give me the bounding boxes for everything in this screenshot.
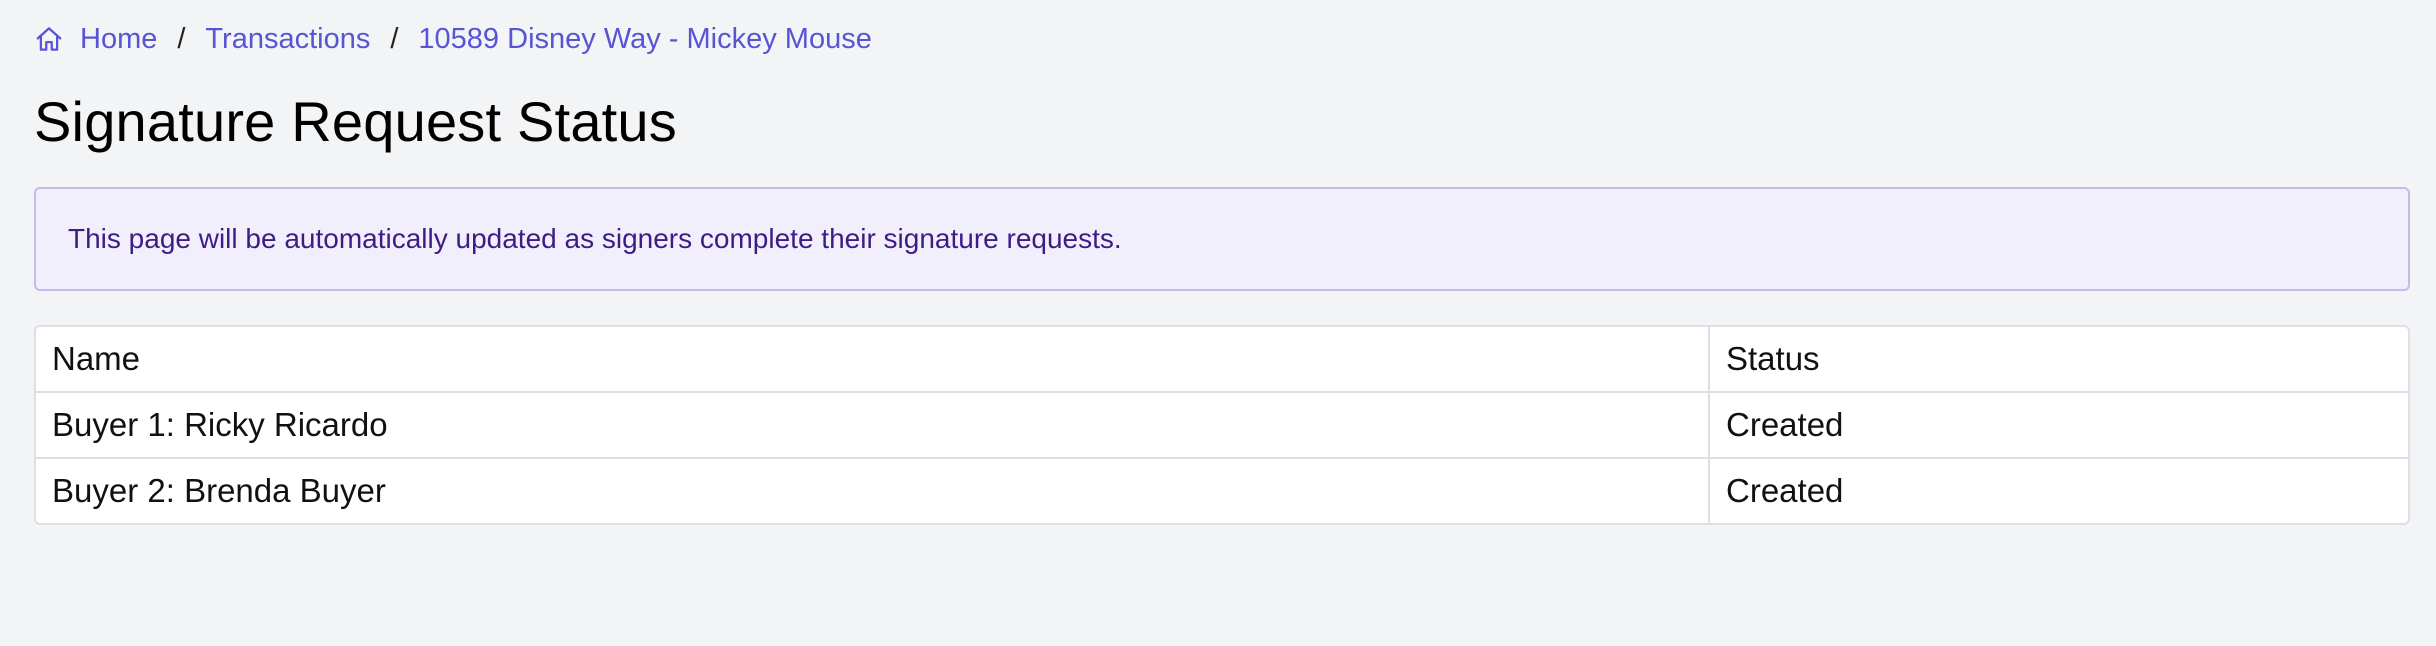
breadcrumb-home-label: Home xyxy=(80,22,158,55)
signature-status-table: Name Status Buyer 1: Ricky Ricardo Creat… xyxy=(34,325,2410,526)
info-alert: This page will be automatically updated … xyxy=(34,187,2410,292)
table-header-row: Name Status xyxy=(36,327,2408,394)
table-row: Buyer 1: Ricky Ricardo Created xyxy=(36,393,2408,460)
signer-status-cell: Created xyxy=(1710,393,2408,460)
info-alert-message: This page will be automatically updated … xyxy=(68,223,1122,255)
breadcrumb-home-link[interactable]: Home xyxy=(34,23,157,56)
table-row: Buyer 2: Brenda Buyer Created xyxy=(36,459,2408,524)
breadcrumb-separator: / xyxy=(390,22,399,55)
breadcrumb: Home / Transactions / 10589 Disney Way -… xyxy=(34,20,2410,58)
signer-name-cell: Buyer 2: Brenda Buyer xyxy=(36,459,1710,524)
page-title: Signature Request Status xyxy=(34,90,677,153)
column-header-name: Name xyxy=(36,327,1710,394)
breadcrumb-separator: / xyxy=(177,22,186,55)
signer-name-cell: Buyer 1: Ricky Ricardo xyxy=(36,393,1710,460)
breadcrumb-current-transaction-link[interactable]: 10589 Disney Way - Mickey Mouse xyxy=(418,23,871,56)
column-header-status: Status xyxy=(1710,327,2408,394)
home-icon xyxy=(34,24,64,54)
page-container: Home / Transactions / 10589 Disney Way -… xyxy=(34,0,2410,526)
signer-status-cell: Created xyxy=(1726,472,1844,510)
breadcrumb-transactions-link[interactable]: Transactions xyxy=(205,23,370,56)
